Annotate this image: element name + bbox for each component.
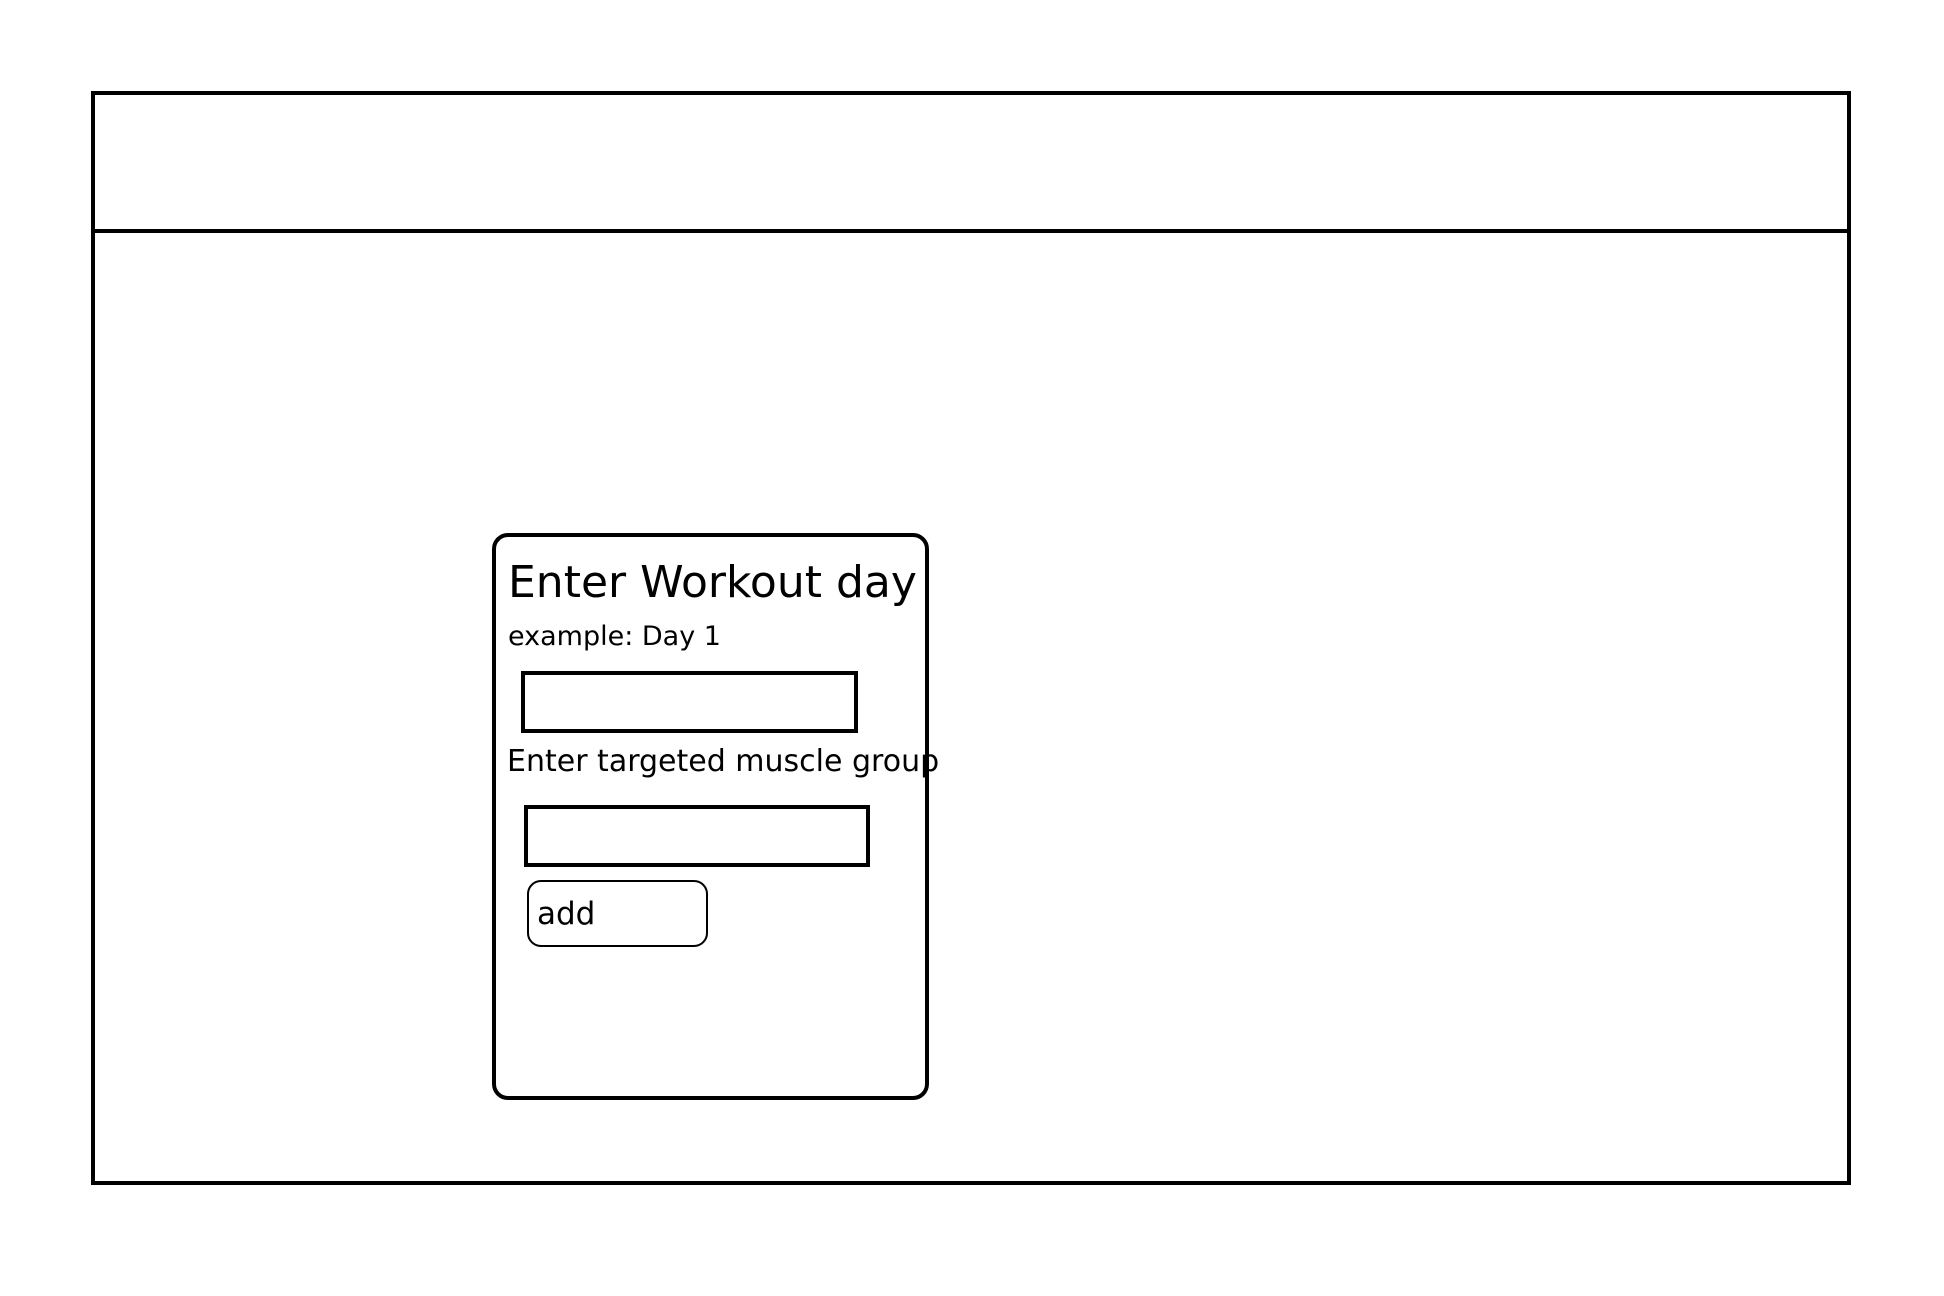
workout-day-form: Enter Workout day example: Day 1 Enter t…: [492, 533, 939, 1100]
add-button[interactable]: add: [527, 880, 708, 947]
workout-day-hint: example: Day 1: [508, 621, 721, 652]
app-window: Enter Workout day example: Day 1 Enter t…: [91, 91, 1851, 1185]
form-title: Enter Workout day: [508, 557, 917, 608]
header-bar: [95, 95, 1847, 233]
muscle-group-label: Enter targeted muscle group: [507, 744, 940, 779]
workout-day-input[interactable]: [521, 671, 858, 733]
muscle-group-input[interactable]: [524, 805, 870, 867]
